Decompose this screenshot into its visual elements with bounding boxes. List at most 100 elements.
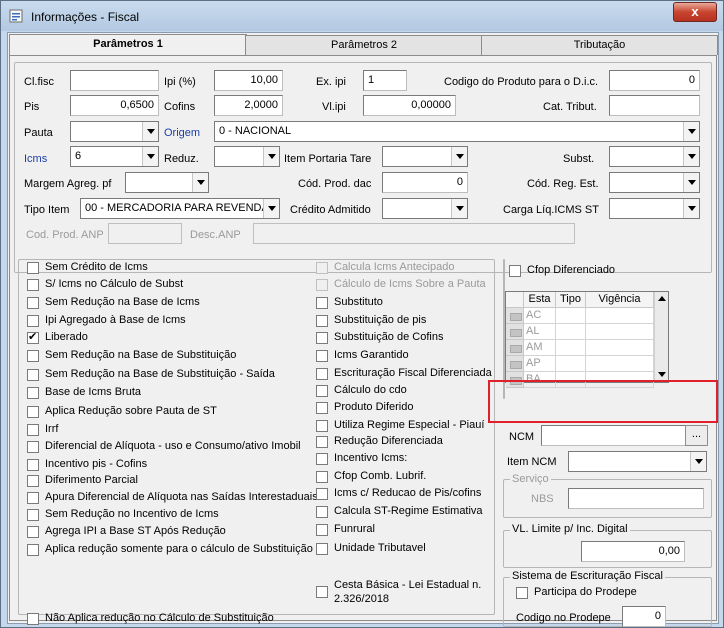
checkbox-box[interactable] xyxy=(27,613,39,625)
cfop-diferenciado-checkbox[interactable]: Cfop Diferenciado xyxy=(509,263,639,279)
chevron-down-icon[interactable] xyxy=(683,173,699,192)
cfop-table-row[interactable]: AL xyxy=(506,324,654,340)
chevron-down-icon[interactable] xyxy=(263,199,279,218)
middle-option-checkbox[interactable]: Calcula Icms Antecipado xyxy=(316,260,494,276)
middle-option-checkbox[interactable]: Substituição de Cofins xyxy=(316,330,494,346)
checkbox-box[interactable] xyxy=(27,475,39,487)
codigo-dic-input[interactable]: 0 xyxy=(609,70,700,91)
left-option-checkbox[interactable]: Aplica redução somente para o cálculo de… xyxy=(27,542,317,558)
middle-option-checkbox[interactable]: Icms c/ Reducao de Pis/cofins xyxy=(316,486,494,502)
cofins-input[interactable]: 2,0000 xyxy=(214,95,283,116)
reduz-select[interactable] xyxy=(214,146,280,167)
checkbox-box[interactable] xyxy=(316,586,328,598)
chevron-down-icon[interactable] xyxy=(142,147,158,166)
chevron-down-icon[interactable] xyxy=(683,147,699,166)
left-option-checkbox[interactable]: Aplica Redução sobre Pauta de ST xyxy=(27,404,317,420)
checkbox-box[interactable] xyxy=(316,453,328,465)
chevron-down-icon[interactable] xyxy=(451,147,467,166)
middle-option-checkbox[interactable]: Utiliza Regime Especial - Piauí xyxy=(316,418,494,434)
cfop-cell-vigencia[interactable] xyxy=(586,356,654,372)
cfop-cell-esta[interactable]: AC xyxy=(524,308,556,324)
title-bar[interactable]: Informações - Fiscal x xyxy=(1,1,723,31)
origem-select[interactable]: 0 - NACIONAL xyxy=(214,121,700,142)
left-option-checkbox[interactable]: Diferimento Parcial xyxy=(27,473,317,489)
item-portaria-tare-select[interactable] xyxy=(382,146,468,167)
checkbox-box[interactable] xyxy=(316,488,328,500)
middle-option-checkbox[interactable]: Substituição de pis xyxy=(316,313,494,329)
subst-select[interactable] xyxy=(609,146,700,167)
checkbox-box[interactable] xyxy=(27,262,39,274)
chevron-down-icon[interactable] xyxy=(263,147,279,166)
cfop-table-row[interactable]: AC xyxy=(506,308,654,324)
cl-fisc-input[interactable] xyxy=(70,70,159,91)
cat-tribut-input[interactable] xyxy=(609,95,700,116)
left-option-checkbox[interactable]: Sem Redução na Base de Substituição xyxy=(27,348,317,364)
middle-option-checkbox[interactable]: Funrural xyxy=(316,522,494,538)
checkbox-box[interactable] xyxy=(27,424,39,436)
middle-option-checkbox[interactable]: Unidade Tributavel xyxy=(316,541,494,557)
checkbox-box[interactable] xyxy=(27,350,39,362)
vl-ipi-input[interactable]: 0,00000 xyxy=(363,95,456,116)
row-selector-icon[interactable] xyxy=(506,356,524,372)
left-option-checkbox[interactable]: S/ Icms no Cálculo de Subst xyxy=(27,277,317,293)
checkbox-box[interactable] xyxy=(316,332,328,344)
row-selector-icon[interactable] xyxy=(506,340,524,356)
column-header-tipo[interactable]: Tipo xyxy=(556,292,586,308)
checkbox-box[interactable] xyxy=(27,279,39,291)
chevron-down-icon[interactable] xyxy=(683,122,699,141)
left-option-checkbox[interactable]: Não Aplica redução no Cálculo de Substit… xyxy=(27,611,317,627)
left-option-checkbox[interactable]: Liberado xyxy=(27,330,317,346)
checkbox-box[interactable] xyxy=(27,315,39,327)
left-option-checkbox[interactable]: Incentivo pis - Cofins xyxy=(27,457,317,473)
left-option-checkbox[interactable]: Sem Redução no Incentivo de Icms xyxy=(27,507,317,523)
checkbox-box[interactable] xyxy=(316,471,328,483)
left-option-checkbox[interactable]: Diferencial de Alíquota - uso e Consumo/… xyxy=(27,439,317,455)
middle-option-checkbox[interactable]: Substituto xyxy=(316,295,494,311)
codigo-prodepe-input[interactable]: 0 xyxy=(622,606,666,627)
cfop-cell-tipo[interactable] xyxy=(556,308,586,324)
ipi-pct-input[interactable]: 10,00 xyxy=(214,70,283,91)
cfop-table-row[interactable]: AP xyxy=(506,356,654,372)
left-option-checkbox[interactable]: Apura Diferencial de Alíquota nas Saídas… xyxy=(27,490,318,506)
checkbox-box[interactable] xyxy=(316,368,328,380)
checkbox-box[interactable] xyxy=(316,262,328,274)
row-selector-icon[interactable] xyxy=(506,324,524,340)
middle-option-checkbox[interactable]: Redução Diferenciada xyxy=(316,434,494,450)
checkbox-box[interactable] xyxy=(316,315,328,327)
chevron-down-icon[interactable] xyxy=(683,199,699,218)
left-option-checkbox[interactable]: Sem Redução na Base de Substituição - Sa… xyxy=(27,367,317,383)
ncm-lookup-button[interactable]: ... xyxy=(685,425,708,446)
checkbox-box[interactable] xyxy=(27,509,39,521)
checkbox-box[interactable] xyxy=(316,350,328,362)
pauta-select[interactable] xyxy=(70,121,159,142)
checkbox-box[interactable] xyxy=(316,297,328,309)
desc-anp-input[interactable] xyxy=(253,223,575,244)
cfop-cell-tipo[interactable] xyxy=(556,324,586,340)
checkbox-box[interactable] xyxy=(316,524,328,536)
tab-parametros-2[interactable]: Parâmetros 2 xyxy=(245,35,483,55)
middle-option-checkbox[interactable]: Cfop Comb. Lubrif. xyxy=(316,469,494,485)
checkbox-box[interactable] xyxy=(27,297,39,309)
cfop-cell-vigencia[interactable] xyxy=(586,340,654,356)
chevron-down-icon[interactable] xyxy=(451,199,467,218)
scroll-down-icon[interactable] xyxy=(658,372,666,377)
tipo-item-select[interactable]: 00 - MERCADORIA PARA REVENDA xyxy=(80,198,280,219)
checkbox-box[interactable] xyxy=(316,436,328,448)
cfop-scrollbar[interactable] xyxy=(654,292,668,382)
icms-select[interactable]: 6 xyxy=(70,146,159,167)
left-option-checkbox[interactable]: Irrf xyxy=(27,422,317,438)
middle-option-checkbox[interactable]: Escrituração Fiscal Diferenciada xyxy=(316,366,494,382)
left-option-checkbox[interactable]: Agrega IPI a Base ST Após Redução xyxy=(27,524,317,540)
cfop-cell-vigencia[interactable] xyxy=(586,324,654,340)
ncm-input[interactable] xyxy=(541,425,686,446)
cfop-cell-esta[interactable]: AM xyxy=(524,340,556,356)
cod-reg-est-select[interactable] xyxy=(609,172,700,193)
participa-prodepe-checkbox[interactable]: Participa do Prodepe xyxy=(516,585,646,601)
column-header-esta[interactable]: Esta xyxy=(524,292,556,308)
vl-limite-input[interactable]: 0,00 xyxy=(581,541,685,562)
row-selector-icon[interactable] xyxy=(506,308,524,324)
middle-option-checkbox[interactable]: Cálculo de Icms Sobre a Pauta xyxy=(316,277,494,293)
checkbox-box[interactable] xyxy=(516,587,528,599)
checkmark-icon[interactable] xyxy=(27,330,39,344)
margem-agreg-select[interactable] xyxy=(125,172,209,193)
